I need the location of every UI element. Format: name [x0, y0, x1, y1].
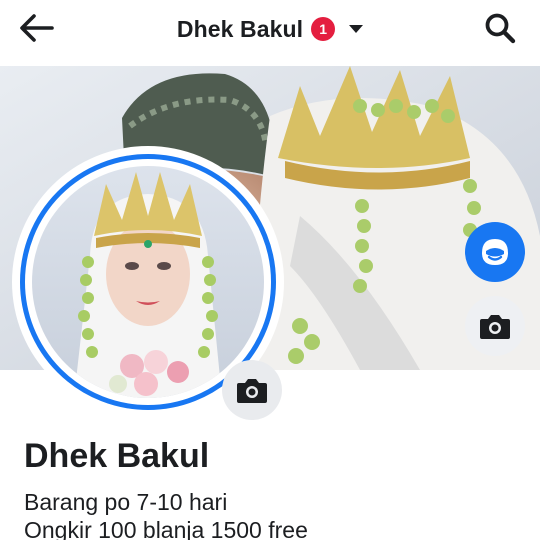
top-navigation-bar: Dhek Bakul 1	[0, 0, 540, 58]
avatar-icon	[482, 239, 508, 265]
profile-camera-button[interactable]	[222, 360, 282, 420]
search-button[interactable]	[480, 10, 520, 46]
notification-badge: 1	[311, 17, 336, 41]
page-title: Dhek Bakul	[176, 15, 304, 42]
profile-name: Dhek Bakul	[24, 437, 210, 475]
account-switcher[interactable]: Dhek Bakul 1	[0, 14, 540, 44]
search-icon	[485, 13, 516, 44]
caret-down-icon	[349, 25, 364, 33]
cover-camera-button[interactable]	[465, 296, 525, 356]
bio-line: Barang po 7-10 hari	[24, 489, 228, 515]
bio-line: Ongkir 100 blanja 1500 free	[24, 517, 308, 540]
camera-icon	[480, 315, 510, 339]
profile-bio: Barang po 7-10 hari Ongkir 100 blanja 15…	[24, 488, 308, 540]
camera-icon	[237, 379, 267, 403]
avatar-button[interactable]	[465, 222, 525, 282]
profile-photo-image	[32, 166, 264, 398]
